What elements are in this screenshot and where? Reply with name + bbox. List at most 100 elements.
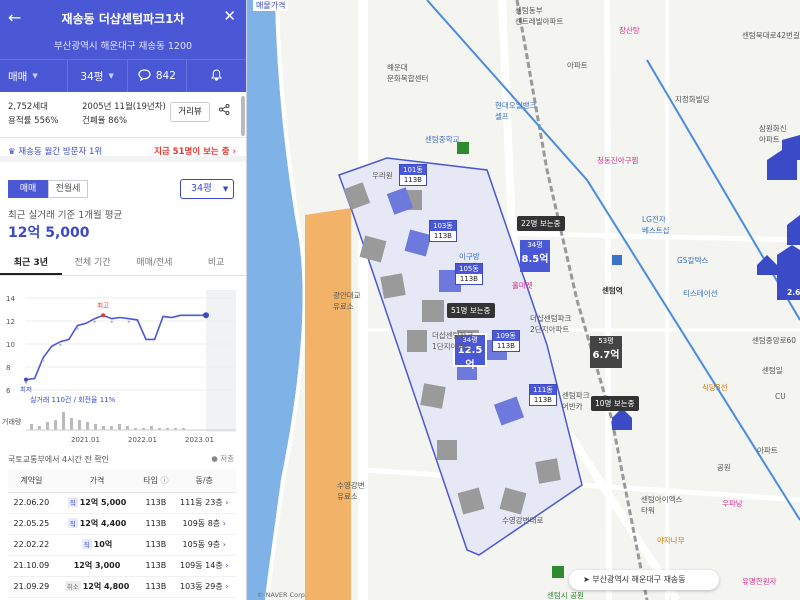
visitor-rank-text: 재송동 월간 방문자 1위 — [18, 147, 103, 157]
river-shape — [247, 0, 303, 600]
tab-recent-3y[interactable]: 최근 3년 — [0, 252, 62, 275]
price-tag-top[interactable]: 매물가격 — [253, 0, 289, 11]
chevron-right-icon: › — [225, 498, 229, 507]
col-type: 타입 ⓘ — [139, 470, 173, 493]
x-tick-label: 2021.01 — [71, 436, 100, 444]
close-icon[interactable]: ✕ — [223, 7, 236, 25]
tab-sale-jeonse[interactable]: 매매/전세 — [124, 252, 186, 275]
coverage-ratio: 건폐율 86% — [82, 116, 128, 126]
deal-price: 12억 5,000 — [79, 498, 127, 507]
map-label: 센텀동부 센트레빌아파트 — [515, 6, 564, 26]
viewers-pill[interactable]: 10명 보는중 — [591, 396, 639, 411]
volume-bar — [78, 420, 81, 430]
deal-tag: 취소 — [64, 581, 81, 591]
legend-low-floor: ● 저층 — [211, 454, 234, 463]
deal-unit: 109동 8층 — [182, 519, 221, 528]
viewers-pill[interactable]: 51명 보는중 — [447, 303, 495, 318]
deal-date: 22.06.20 — [8, 492, 55, 514]
comments-button[interactable]: 842 — [128, 60, 188, 92]
map-label: LG전자 베스트샵 — [642, 215, 670, 235]
bell-icon — [211, 68, 223, 84]
price-box-type: 113B — [459, 275, 478, 283]
deal-tag: 직 — [67, 518, 78, 528]
deal-row[interactable]: 21.09.29 취소 12억 4,800 113B 103동 29층 › — [8, 576, 236, 598]
deal-unit-cell: 109동 8층 › — [172, 513, 236, 535]
volume-bar — [54, 420, 57, 430]
deal-point — [110, 320, 113, 323]
price-box-dong: 109동 — [493, 331, 519, 341]
viewers-pill[interactable]: 22명 보는중 — [517, 216, 565, 231]
deal-point — [59, 343, 62, 346]
high-point — [101, 313, 106, 318]
price-box-105[interactable]: 105동 113B — [455, 263, 483, 285]
price-box-type: 113B — [403, 176, 422, 184]
deal-point — [24, 381, 28, 384]
price-box-type: 113B — [496, 342, 515, 350]
x-tick-label: 2022.01 — [128, 436, 157, 444]
segment-rent[interactable]: 전월세 — [48, 180, 88, 198]
deal-row[interactable]: 22.06.20 직 12억 5,000 113B 111동 23층 › — [8, 492, 236, 514]
map-label: 더샵센텀파크 1단지아파트 — [432, 331, 474, 351]
map-label: 센텀중앙로60 — [752, 336, 797, 345]
price-box-type: 113B — [533, 396, 552, 404]
map-label: 공원 — [717, 463, 731, 472]
complex-title: 재송동 더샵센텀파크1차 — [61, 12, 185, 26]
deal-date: 22.02.22 — [8, 534, 55, 556]
map-label: 이구방 — [459, 252, 480, 261]
deals-header-row: 계약일 가격 타입 ⓘ 동/층 — [8, 470, 236, 493]
tab-all-period[interactable]: 전체 기간 — [62, 252, 124, 275]
deal-row[interactable]: 22.05.25 직 12억 4,400 113B 109동 8층 › — [8, 513, 236, 535]
volume-label: 거래량 — [2, 417, 22, 426]
map-label: 수영강변대로 — [502, 516, 544, 525]
deal-type-label: 매매 — [8, 70, 28, 83]
deal-row[interactable]: 21.10.09 12억 3,000 113B 109동 14층 › — [8, 555, 236, 577]
share-icon[interactable] — [219, 104, 230, 118]
col-type-label: 타입 — [143, 476, 158, 486]
tab-compare[interactable]: 비교 — [185, 252, 246, 275]
map-label: 식당3선 — [702, 383, 728, 392]
deal-unit-cell: 103동 29층 › — [172, 576, 236, 598]
chevron-right-icon: › — [222, 540, 226, 549]
map-view[interactable]: 매물가격 101동 113B 103동 113B 105동 113B 109동 … — [247, 0, 800, 600]
deal-type: 113B — [139, 513, 173, 535]
chevron-right-icon: › — [225, 582, 229, 591]
deal-segment: 매매 전월세 — [8, 180, 88, 198]
deal-row[interactable]: 22.02.22 직 10억 113B 105동 9층 › — [8, 534, 236, 556]
panel-scrollbar[interactable] — [241, 96, 245, 136]
map-label: GS칼텍스 — [677, 256, 709, 265]
map-label: 현대오일뱅크 셀프 — [495, 101, 537, 121]
price-box-109[interactable]: 109동 113B — [492, 330, 520, 352]
segment-sale[interactable]: 매매 — [8, 180, 48, 198]
price-badge[interactable]: 53평 6.7억 — [590, 336, 622, 368]
deal-type-select[interactable]: 매매 ▼ — [0, 60, 68, 92]
map-label: 2.6 — [787, 288, 800, 297]
notification-button[interactable] — [187, 60, 246, 92]
price-badge[interactable]: 34평 8.5억 — [520, 240, 550, 272]
crown-icon: ♛ — [8, 147, 16, 157]
deal-date: 21.10.09 — [8, 555, 55, 577]
map-label: 우파낭 — [722, 499, 743, 508]
deal-price: 12억 3,000 — [73, 561, 121, 570]
map-label: 센텀시 공원 — [547, 591, 584, 600]
map-address-pill[interactable]: ➤ 부산광역시 해운대구 재송동 — [569, 570, 719, 590]
size-select[interactable]: 34평 ▼ — [68, 60, 128, 92]
households: 2,752세대 — [8, 102, 48, 112]
price-box-dong: 111동 — [530, 385, 556, 395]
deal-date: 22.05.25 — [8, 513, 55, 535]
visitor-rank-banner[interactable]: ♛ 재송동 월간 방문자 1위 지금 51명이 보는 중 › — [0, 138, 246, 162]
price-box-101[interactable]: 101동 113B — [399, 164, 427, 186]
price-box-103[interactable]: 103동 113B — [429, 220, 457, 242]
panel-header: ← 재송동 더샵센텀파크1차 ✕ 부산광역시 해운대구 재송동 1200 매매 … — [0, 0, 246, 92]
y-tick-label: 14 — [6, 295, 15, 303]
chart-size-select[interactable]: 34평 ▼ — [180, 179, 234, 199]
chevron-down-icon: ▼ — [108, 72, 114, 80]
complex-info: 2,752세대 용적률 556% 2005년 11월(19년차) 건폐율 86%… — [0, 92, 246, 138]
floor-area-ratio: 용적률 556% — [8, 116, 59, 126]
low-label: 최저 — [20, 385, 32, 394]
map-label: 우리원 — [372, 171, 393, 180]
street-view-button[interactable]: 거리뷰 — [170, 102, 210, 122]
chevron-right-icon: › — [225, 561, 229, 570]
price-box-111[interactable]: 111동 113B — [529, 384, 557, 406]
map-label: 아파트 — [757, 446, 778, 455]
info-icon[interactable]: ⓘ — [161, 476, 169, 485]
